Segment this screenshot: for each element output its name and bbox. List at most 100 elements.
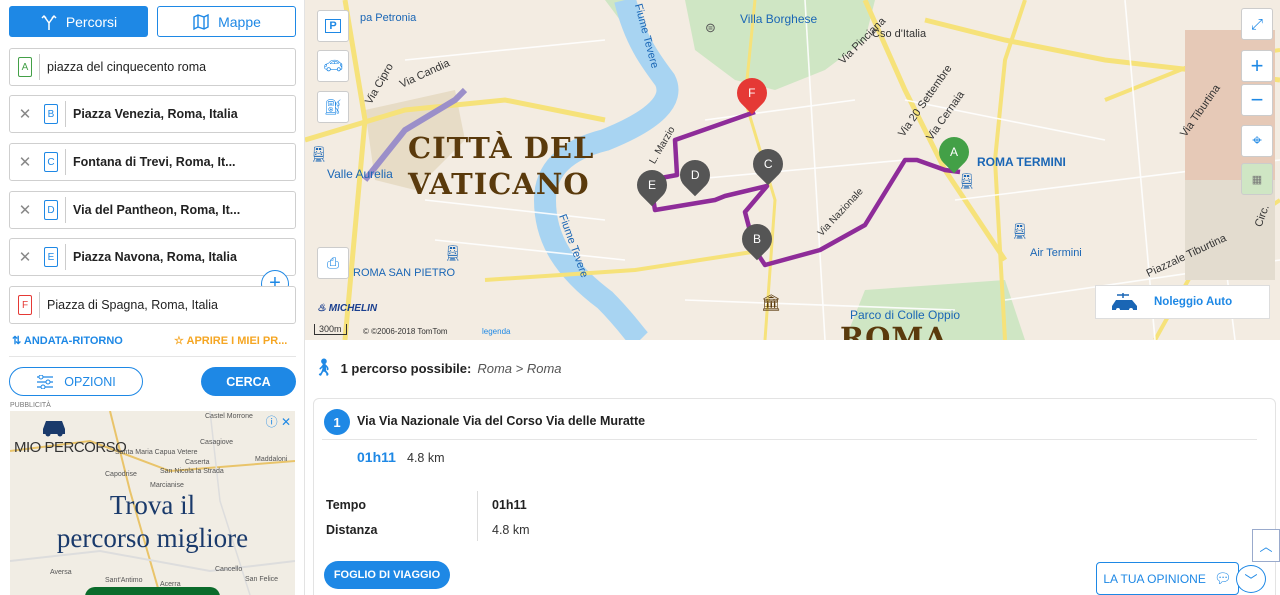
train-station-icon: 🚆︎ xyxy=(1010,223,1030,240)
marker-letter: E xyxy=(647,178,657,193)
map-label: ROMA SAN PIETRO xyxy=(353,267,456,279)
tab-mappe-label: Mappe xyxy=(218,13,261,30)
ad-headline-line1: Trova il xyxy=(109,490,196,520)
crosshair-icon: ⌖ xyxy=(1252,131,1262,150)
map-scale-value: 300m xyxy=(314,324,347,335)
stop-field-e[interactable]: ✕ E Piazza Navona, Roma, Italia xyxy=(9,238,296,276)
stop-field-c[interactable]: ✕ C Fontana di Trevi, Roma, It... xyxy=(9,143,296,181)
print-button[interactable]: ⎙ xyxy=(317,247,349,279)
divider xyxy=(477,491,478,541)
car-rental-button[interactable]: Noleggio Auto xyxy=(1095,285,1270,319)
zoom-in-button[interactable]: + xyxy=(1241,50,1273,82)
roma-label: ROMA xyxy=(840,321,948,340)
chevron-down-icon: ﹀ xyxy=(1244,572,1258,588)
stop-f-badge: F xyxy=(18,295,32,315)
ad-town: San Felice xyxy=(245,576,279,583)
vatican-line1: CITTÀ DEL xyxy=(408,131,595,165)
stop-divider xyxy=(36,54,40,80)
map-copyright: © ©2006-2018 TomTom xyxy=(363,327,448,336)
marker-letter: D xyxy=(690,168,700,183)
marker-letter: C xyxy=(763,157,773,172)
ad-town: Cancello xyxy=(215,566,243,573)
tab-percorsi-label: Percorsi xyxy=(65,13,118,30)
sidebar: Percorsi Mappe A piazza del cinquecento … xyxy=(0,0,305,595)
fuel-button[interactable]: ⛽︎ xyxy=(317,91,349,123)
locate-button[interactable]: ⌖ xyxy=(1241,125,1273,157)
map-label: pa Petronia xyxy=(360,12,417,24)
tab-mappe[interactable]: Mappe xyxy=(157,6,296,37)
travel-sheet-button[interactable]: FOGLIO DI VIAGGIO xyxy=(324,561,450,589)
stop-field-a[interactable]: A piazza del cinquecento roma xyxy=(9,48,296,86)
search-button[interactable]: CERCA xyxy=(201,367,296,396)
star-icon: ☆ xyxy=(174,335,187,347)
vatican-label: CITTÀ DEL VATICANO xyxy=(408,130,594,202)
remove-stop-e-icon[interactable]: ✕ xyxy=(14,248,36,266)
map-legend-link[interactable]: legenda xyxy=(482,327,510,336)
ad-close-icon[interactable]: ⓘ ✕ xyxy=(266,413,291,430)
open-my-routes-label: APRIRE I MIEI PR... xyxy=(186,335,288,347)
marker-letter: A xyxy=(949,145,959,160)
route-icon xyxy=(41,14,57,30)
tab-percorsi[interactable]: Percorsi xyxy=(9,6,148,37)
route-title: Via Via Nazionale Via del Corso Via dell… xyxy=(357,414,646,428)
stop-f-input[interactable]: Piazza di Spagna, Roma, Italia xyxy=(47,298,218,312)
stop-b-input[interactable]: Piazza Venezia, Roma, Italia xyxy=(73,107,238,121)
train-station-icon: 🚆︎ xyxy=(443,245,463,262)
divider xyxy=(9,356,296,357)
ad-cta-button[interactable] xyxy=(85,587,220,595)
zoom-out-button[interactable]: − xyxy=(1241,84,1273,116)
route-links: ⇅ ANDATA-RITORNO ☆ APRIRE I MIEI PR... xyxy=(12,334,296,348)
route-number: 1 xyxy=(324,409,350,435)
fullscreen-button[interactable]: ⤢ xyxy=(1241,8,1273,40)
stop-e-input[interactable]: Piazza Navona, Roma, Italia xyxy=(73,250,237,264)
walking-person-icon: 🚶︎ xyxy=(313,358,335,377)
stop-divider xyxy=(62,244,66,270)
michelin-man-icon: ♨︎ xyxy=(317,303,329,314)
route-time: 01h11 xyxy=(357,449,396,465)
remove-stop-c-icon[interactable]: ✕ xyxy=(14,153,36,171)
round-trip-link[interactable]: ⇅ ANDATA-RITORNO xyxy=(12,334,123,347)
stop-a-input[interactable]: piazza del cinquecento roma xyxy=(47,60,206,74)
sign-icon: ⊜ xyxy=(705,20,716,35)
collapse-button[interactable]: ﹀ xyxy=(1236,565,1266,593)
time-label: Tempo xyxy=(326,498,367,512)
distance-label: Distanza xyxy=(326,523,378,537)
stop-d-input[interactable]: Via del Pantheon, Roma, It... xyxy=(73,203,240,217)
stop-field-d[interactable]: ✕ D Via del Pantheon, Roma, It... xyxy=(9,191,296,229)
map-label: Villa Borghese xyxy=(740,12,818,26)
map-label: ROMA TERMINI xyxy=(977,155,1066,169)
stop-c-input[interactable]: Fontana di Trevi, Roma, It... xyxy=(73,155,236,169)
traffic-button[interactable]: 🚗︎ xyxy=(317,50,349,82)
stop-divider xyxy=(62,197,66,223)
ad-town: Marcianise xyxy=(150,482,184,489)
stop-field-b[interactable]: ✕ B Piazza Venezia, Roma, Italia xyxy=(9,95,296,133)
divider xyxy=(322,439,1257,440)
parking-button[interactable]: P xyxy=(317,10,349,42)
printer-icon: ⎙ xyxy=(326,254,339,272)
feedback-button[interactable]: LA TUA OPINIONE 💬︎ xyxy=(1096,562,1239,595)
remove-stop-b-icon[interactable]: ✕ xyxy=(14,105,36,123)
remove-stop-d-icon[interactable]: ✕ xyxy=(14,201,36,219)
scroll-top-button[interactable]: ︿ xyxy=(1252,529,1280,562)
mode-tabs: Percorsi Mappe xyxy=(9,6,296,38)
stop-divider xyxy=(62,101,66,127)
map-view[interactable]: P 🚗︎ ⛽︎ ⎙ ⤢ + − ⌖ ▦ Villa Borghese Cso d… xyxy=(305,0,1280,340)
car-rental-label: Noleggio Auto xyxy=(1154,296,1233,308)
ad-headline: Trova il percorso migliore xyxy=(10,489,295,555)
results-count: 1 percorso possibile: xyxy=(340,360,472,376)
chevron-up-icon: ︿ xyxy=(1259,539,1273,554)
satellite-thumbnail-icon: ▦ xyxy=(1251,173,1263,186)
vatican-line2: VATICANO xyxy=(408,167,590,201)
ad-banner[interactable]: ⓘ ✕ MIO PERCORSO Castel Morrone Caserta … xyxy=(10,411,295,595)
layer-switch-button[interactable]: ▦ xyxy=(1241,163,1273,195)
monument-icon: 🏛︎ xyxy=(761,295,782,312)
time-value: 01h11 xyxy=(492,498,527,512)
ad-town: Sant'Antimo xyxy=(105,577,143,584)
stop-field-f[interactable]: F Piazza di Spagna, Roma, Italia xyxy=(9,286,296,324)
feedback-label: LA TUA OPINIONE xyxy=(1103,571,1206,586)
options-button[interactable]: OPZIONI xyxy=(9,367,143,396)
open-my-routes-link[interactable]: ☆ APRIRE I MIEI PR... xyxy=(174,334,296,347)
ad-town: Maddaloni xyxy=(255,456,288,463)
michelin-text: MICHELIN xyxy=(328,303,378,314)
stop-divider xyxy=(62,149,66,175)
